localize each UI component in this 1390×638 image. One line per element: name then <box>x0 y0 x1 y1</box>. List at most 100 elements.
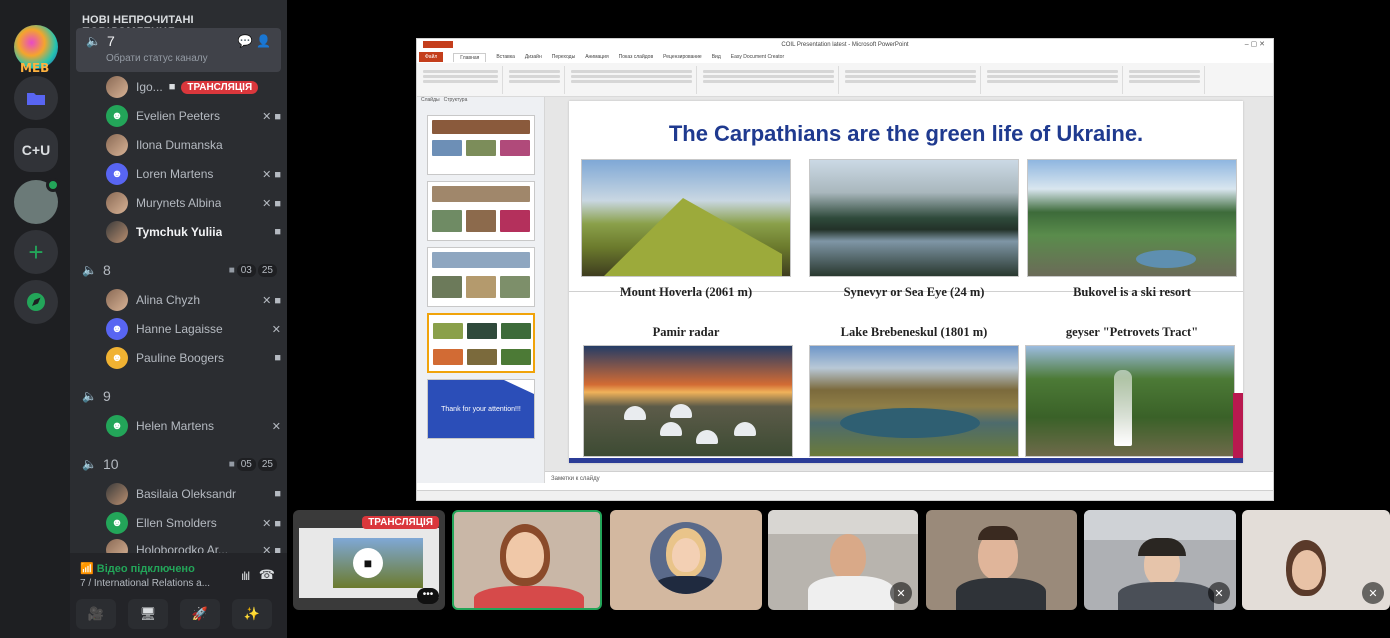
folder-icon[interactable] <box>14 76 58 120</box>
powerpoint-window[interactable]: COIL Presentation latest - Microsoft Pow… <box>416 38 1274 501</box>
participant-tile[interactable]: ✕ <box>1242 510 1390 610</box>
server-rail: MEB C+U + <box>0 0 70 638</box>
speaker-icon: 🔈 <box>82 457 97 471</box>
camera-toggle-button[interactable]: 🎥 <box>76 599 116 629</box>
stream-preview-tile[interactable]: ТРАНСЛЯЦІЯ ■ ••• <box>293 510 445 610</box>
activity-button[interactable]: 🚀 <box>180 599 220 629</box>
voice-user[interactable]: ☻ Hanne Lagaisse ✕ <box>106 316 281 342</box>
voice-user[interactable]: Alina Chyzh ✕ ■ <box>106 287 281 313</box>
slide-thumbnails-pane: Слайды Структура Thank for your attentio… <box>417 97 545 483</box>
voice-user[interactable]: ☻ Evelien Peeters ✕ ■ <box>106 103 281 129</box>
voice-connected-label: Відео підключено <box>96 563 195 575</box>
tab-home[interactable]: Главная <box>453 52 487 62</box>
tab-slideshow[interactable]: Показ слайдов <box>619 54 653 60</box>
speaker-icon: 🔈 <box>82 263 97 277</box>
ribbon-group-clipboard <box>419 66 503 94</box>
tab-transitions[interactable]: Переходы <box>552 54 575 60</box>
slide-thumbnail-selected[interactable] <box>427 313 535 373</box>
tab-outline[interactable]: Структура <box>444 97 468 105</box>
current-slide[interactable]: The Carpathians are the green life of Uk… <box>569 101 1243 463</box>
tab-view[interactable]: Вид <box>712 54 721 60</box>
thumb-tabs: Слайды Структура <box>417 97 544 105</box>
participant-tile-speaking[interactable] <box>452 510 602 610</box>
video-count: 03 <box>236 264 256 277</box>
tab-design[interactable]: Дизайн <box>525 54 542 60</box>
meb-server-icon[interactable]: MEB <box>14 25 58 75</box>
voice-user[interactable]: ☻ Pauline Boogers ■ <box>106 345 281 371</box>
muted-icon: ✕ <box>271 323 281 336</box>
discord-avatar-icon: ☻ <box>106 318 128 340</box>
soundboard-button[interactable]: ✨ <box>232 599 272 629</box>
voice-user[interactable]: ☻ Ellen Smolders ✕ ■ <box>106 510 281 536</box>
avatar <box>106 289 128 311</box>
tab-slides[interactable]: Слайды <box>421 97 440 105</box>
user-name: Loren Martens <box>136 167 214 181</box>
voice-user[interactable]: Ilona Dumanska <box>106 132 281 158</box>
voice-channel-9[interactable]: 🔈 9 <box>82 388 111 404</box>
signal-icon: 📶 <box>80 563 97 575</box>
more-options-icon[interactable]: ••• <box>417 588 439 604</box>
slide-thumbnail[interactable] <box>427 247 535 307</box>
voice-channel-7[interactable]: 🔈 7 Обрати статус каналу 💬 👤 <box>76 28 281 72</box>
channel-status-prompt[interactable]: Обрати статус каналу <box>106 53 208 64</box>
user-name: Evelien Peeters <box>136 109 221 123</box>
explore-icon[interactable] <box>14 280 58 324</box>
soundboard-icon: ✨ <box>243 606 261 621</box>
discord-avatar-icon: ☻ <box>106 163 128 185</box>
participant-tile[interactable]: ✕ <box>1084 510 1236 610</box>
caption-pamir: Pamir radar <box>652 325 720 339</box>
screen-share-button[interactable]: 🖥 <box>128 599 168 629</box>
voice-user[interactable]: Tymchuk Yuliia ■ <box>106 219 281 245</box>
tab-insert[interactable]: Вставка <box>496 54 515 60</box>
voice-user[interactable]: Basilaia Oleksandr ■ <box>106 481 281 507</box>
add-server-icon[interactable]: + <box>14 230 58 274</box>
notes-pane[interactable]: Заметки к слайду <box>545 471 1273 489</box>
chat-and-members-icons[interactable]: 💬 👤 <box>238 34 271 48</box>
user-name: Ilona Dumanska <box>136 138 223 152</box>
ppt-window-title: COIL Presentation latest - Microsoft Pow… <box>781 42 909 48</box>
tab-review[interactable]: Рецензирование <box>663 54 702 60</box>
photo-pamir <box>583 345 793 457</box>
window-controls: – ▢ ✕ <box>1244 41 1265 48</box>
participant-tile[interactable]: ✕ <box>768 510 918 610</box>
slide-thumbnail[interactable]: Thank for your attention!!! <box>427 379 535 439</box>
participant-tile[interactable] <box>610 510 762 610</box>
video-icon: ■ <box>168 81 176 93</box>
live-badge: ТРАНСЛЯЦІЯ <box>362 516 439 529</box>
screen-share-icon: 🖥 <box>139 606 157 621</box>
tab-animations[interactable]: Анимация <box>585 54 608 60</box>
voice-channel-10[interactable]: 🔈 10 <box>82 456 119 472</box>
voice-user[interactable]: Igo... ■ ТРАНСЛЯЦІЯ <box>106 74 281 100</box>
voice-user[interactable]: Murynets Albina ✕ ■ <box>106 190 281 216</box>
voice-channel-path[interactable]: 7 / International Relations a... <box>80 578 210 589</box>
disconnect-icon[interactable]: ☎ <box>259 567 275 583</box>
slide-thumbnail[interactable] <box>427 181 535 241</box>
avatar <box>106 134 128 156</box>
tab-file[interactable]: Файл <box>419 52 444 62</box>
channel-name: 10 <box>102 456 119 472</box>
noise-suppression-icon[interactable]: ılıl <box>241 569 250 583</box>
user-name: Hanne Lagaisse <box>136 322 223 336</box>
avatar <box>106 483 128 505</box>
discord-avatar-icon: ☻ <box>106 347 128 369</box>
video-count: 05 <box>236 458 256 471</box>
voice-user[interactable]: ☻ Helen Martens ✕ <box>106 413 281 439</box>
muted-video-icons: ✕ ■ <box>262 517 281 530</box>
ribbon-group-font <box>567 66 697 94</box>
image-server-icon[interactable] <box>14 178 60 224</box>
user-name: Tymchuk Yuliia <box>136 225 223 239</box>
caption-brebeneskul: Lake Brebeneskul (1801 m) <box>840 325 988 339</box>
voice-user[interactable]: ☻ Loren Martens ✕ ■ <box>106 161 281 187</box>
voice-channel-8[interactable]: 🔈 8 <box>82 262 111 278</box>
ribbon-tabs: Файл Главная Вставка Дизайн Переходы Ани… <box>417 51 1273 63</box>
muted-icon: ✕ <box>1362 582 1384 604</box>
slide-thumbnail[interactable] <box>427 115 535 175</box>
muted-video-icons: ✕ ■ <box>262 168 281 181</box>
quick-access-toolbar <box>423 41 453 48</box>
notification-dot <box>46 178 60 192</box>
slide-accent-bar <box>1233 393 1243 463</box>
caption-bukovel: Bukovel is a ski resort <box>1073 285 1191 299</box>
tab-easy-document[interactable]: Easy Document Creator <box>731 54 784 60</box>
cu-server-icon[interactable]: C+U <box>14 128 58 172</box>
participant-tile[interactable] <box>926 510 1077 610</box>
